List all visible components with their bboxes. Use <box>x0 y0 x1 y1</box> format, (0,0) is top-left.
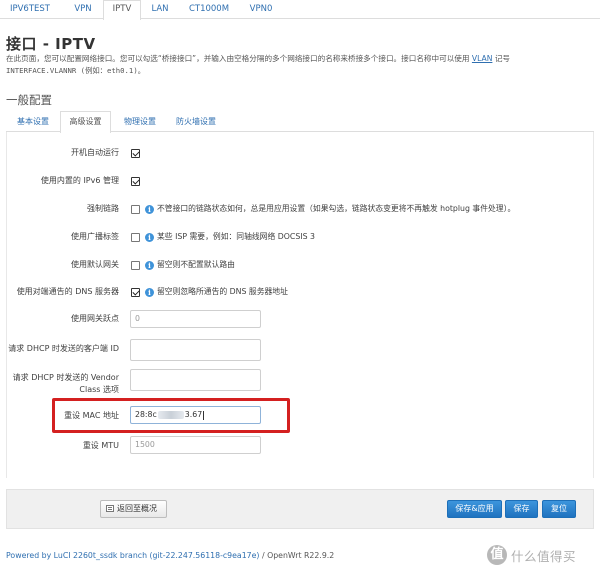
openwrt-version: OpenWrt R22.9.2 <box>267 551 335 560</box>
interface-tabs: IPV6TEST VPN IPTV LAN CT1000M VPN0 <box>0 0 600 20</box>
tab-advanced-settings[interactable]: 高级设置 <box>60 111 111 133</box>
tab-ct1000m[interactable]: CT1000M <box>181 0 237 19</box>
mac-value-end: 3.67 <box>184 410 203 419</box>
tab-vpn0[interactable]: VPN0 <box>241 0 281 19</box>
dhcp-client-id-label: 请求 DHCP 时发送的客户端 ID <box>8 344 119 353</box>
watermark: 值 什么值得买 <box>487 544 595 566</box>
save-button[interactable]: 保存 <box>505 500 538 518</box>
dhcp-vendor-class-input[interactable] <box>130 369 261 391</box>
tab-lan[interactable]: LAN <box>144 0 176 19</box>
luci-link[interactable]: Powered by LuCI 2260t_ssdk branch (git-2… <box>6 551 259 560</box>
footer-separator: / <box>259 551 268 560</box>
tab-basic-settings[interactable]: 基本设置 <box>8 111 58 132</box>
back-button-label: 返回至概况 <box>117 504 157 513</box>
info-icon: i <box>145 233 154 242</box>
watermark-logo: 值 <box>487 545 507 565</box>
override-mtu-label: 重设 MTU <box>82 441 119 450</box>
reset-button[interactable]: 复位 <box>542 500 576 518</box>
description-line2: INTERFACE.VLANNR (例如：eth0.1)。 <box>6 66 146 75</box>
force-link-checkbox[interactable] <box>131 205 140 214</box>
builtin-ipv6-checkbox[interactable] <box>131 177 140 186</box>
broadcast-flag-label: 使用广播标签 <box>71 232 119 241</box>
list-icon <box>106 505 114 512</box>
section-title: 一般配置 <box>6 93 52 107</box>
force-link-label: 强制链路 <box>87 204 119 213</box>
dhcp-vendor-class-label: 请求 DHCP 时发送的 Vendor Class 选项 <box>12 373 119 394</box>
broadcast-flag-help: 某些 ISP 需要，例如：同轴线网络 DOCSIS 3 <box>157 232 315 241</box>
gateway-metric-label: 使用网关跃点 <box>71 314 119 323</box>
back-to-overview-button[interactable]: 返回至概况 <box>100 500 167 518</box>
auto-start-label: 开机自动运行 <box>71 148 119 157</box>
peer-dns-label: 使用对端通告的 DNS 服务器 <box>16 287 119 296</box>
tab-iptv[interactable]: IPTV <box>103 0 141 20</box>
info-icon: i <box>145 205 154 214</box>
default-gateway-checkbox[interactable] <box>131 261 140 270</box>
description-line1-suffix: 记号 <box>494 54 511 63</box>
peer-dns-checkbox[interactable] <box>131 288 140 297</box>
tab-firewall-settings[interactable]: 防火墙设置 <box>168 111 224 132</box>
peer-dns-help: 留空则忽略所通告的 DNS 服务器地址 <box>157 287 288 296</box>
force-link-help: 不管接口的链路状态如何，总是用应用设置（如果勾选，链路状态变更将不再触发 hot… <box>157 204 516 213</box>
default-gateway-label: 使用默认网关 <box>71 260 119 269</box>
info-icon: i <box>145 261 154 270</box>
tab-vpn[interactable]: VPN <box>64 0 102 19</box>
save-apply-button[interactable]: 保存&应用 <box>447 500 502 518</box>
info-icon: i <box>145 288 154 297</box>
settings-tabs: 基本设置 高级设置 物理设置 防火墙设置 <box>6 111 594 133</box>
tab-physical-settings[interactable]: 物理设置 <box>114 111 166 132</box>
vlan-link[interactable]: VLAN <box>472 54 492 63</box>
override-mtu-input[interactable]: 1500 <box>130 436 261 454</box>
description-line1-prefix: 在此页面，您可以配置网络接口。您可以勾选“桥接接口”，并输入由空格分隔的多个网络… <box>6 54 470 63</box>
page-description: 在此页面，您可以配置网络接口。您可以勾选“桥接接口”，并输入由空格分隔的多个网络… <box>6 53 596 77</box>
footer: Powered by LuCI 2260t_ssdk branch (git-2… <box>6 551 334 560</box>
default-gateway-help: 留空则不配置默认路由 <box>157 260 235 269</box>
gateway-metric-input[interactable]: 0 <box>130 310 261 328</box>
mac-redaction <box>157 411 184 419</box>
override-mac-label: 重设 MAC 地址 <box>64 411 119 420</box>
broadcast-flag-checkbox[interactable] <box>131 233 140 242</box>
builtin-ipv6-label: 使用内置的 IPv6 管理 <box>40 176 119 185</box>
mac-value-start: 28:8c <box>135 410 157 419</box>
dhcp-client-id-input[interactable] <box>130 339 261 361</box>
override-mac-input[interactable]: 28:8c 3.67 <box>130 406 261 424</box>
auto-start-checkbox[interactable] <box>131 149 140 158</box>
watermark-text: 什么值得买 <box>511 549 577 564</box>
text-cursor <box>203 410 205 420</box>
page-title: 接口 - IPTV <box>6 35 96 53</box>
tab-ipv6test[interactable]: IPV6TEST <box>4 0 56 19</box>
